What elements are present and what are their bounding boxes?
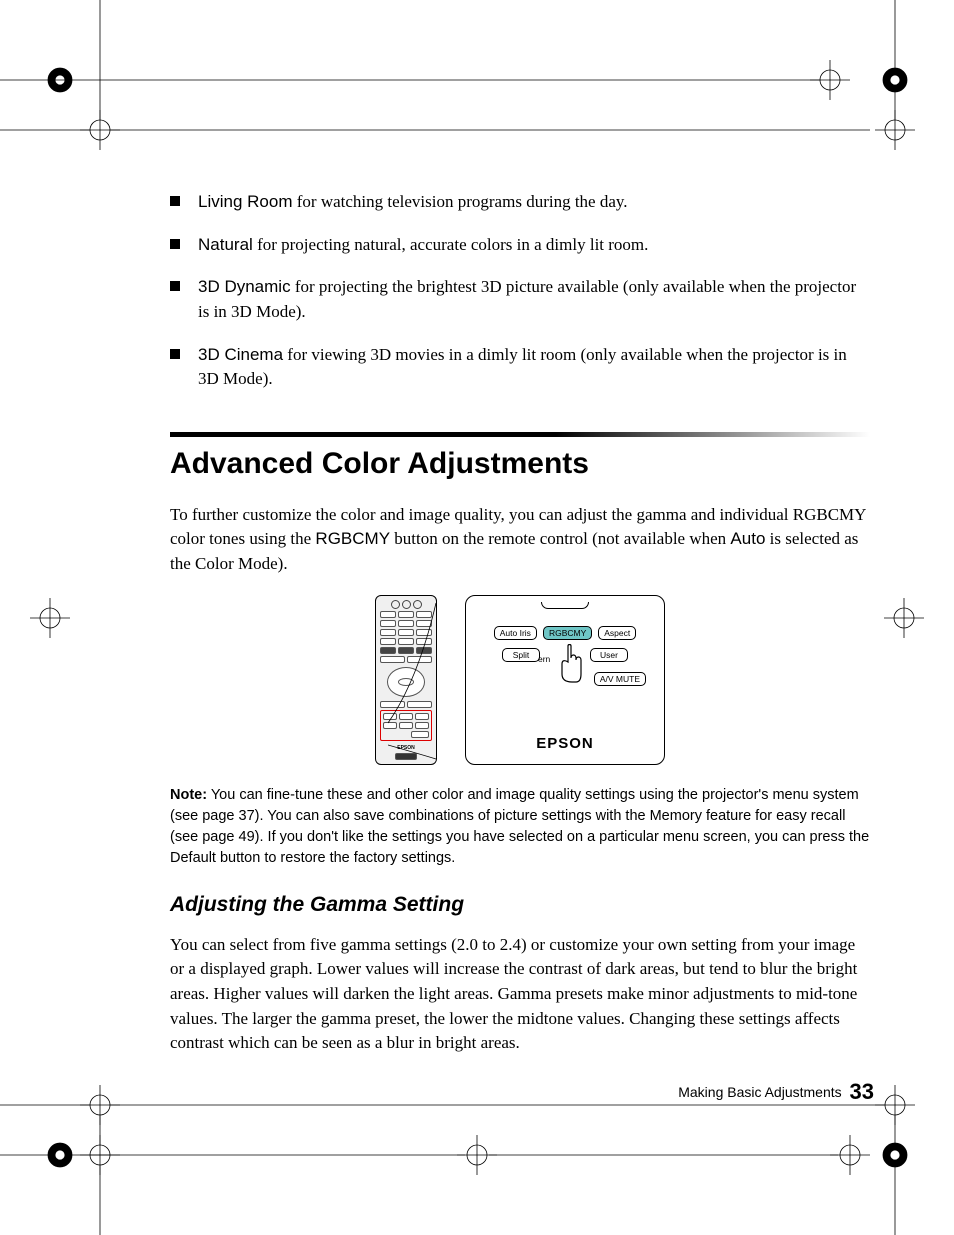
mode-label: Natural [198, 235, 253, 254]
auto-iris-button: Auto Iris [494, 626, 537, 640]
remote-callout: Auto Iris RGBCMY Aspect Split User A/V M… [465, 595, 665, 765]
rgbcmy-label: RGBCMY [315, 529, 390, 548]
page-footer: Making Basic Adjustments 33 [678, 1079, 874, 1105]
remote-figure: EPSON Auto Iris RGBCMY Aspect Split User… [170, 595, 870, 765]
list-item: Living Room for watching television prog… [170, 190, 870, 215]
pointer-hand-icon: ern [554, 644, 584, 674]
list-item: 3D Dynamic for projecting the brightest … [170, 275, 870, 324]
aspect-button: Aspect [598, 626, 636, 640]
section-heading: Advanced Color Adjustments [170, 447, 870, 481]
pattern-button-fragment: ern [538, 654, 550, 664]
brand-label: EPSON [380, 745, 432, 751]
section-divider [170, 432, 870, 437]
note-label: Note: [170, 787, 207, 803]
note-paragraph: Note: You can fine-tune these and other … [170, 785, 870, 869]
highlighted-region [380, 710, 432, 741]
page-number: 33 [850, 1079, 874, 1104]
subsection-body: You can select from five gamma settings … [170, 933, 870, 1056]
mode-desc: for watching television programs during … [293, 192, 628, 211]
section-intro: To further customize the color and image… [170, 503, 870, 577]
color-mode-list: Living Room for watching television prog… [170, 190, 870, 392]
av-mute-button: A/V MUTE [594, 672, 646, 686]
footer-text: Making Basic Adjustments [678, 1084, 841, 1100]
mode-desc: for projecting natural, accurate colors … [253, 235, 649, 254]
mode-label: 3D Cinema [198, 345, 283, 364]
rgbcmy-button: RGBCMY [543, 626, 592, 640]
mode-label: 3D Dynamic [198, 277, 291, 296]
brand-label: EPSON [536, 735, 594, 752]
mode-desc: for viewing 3D movies in a dimly lit roo… [198, 345, 847, 389]
split-button: Split [502, 648, 540, 662]
list-item: 3D Cinema for viewing 3D movies in a dim… [170, 343, 870, 392]
remote-thumbnail: EPSON [375, 595, 437, 765]
subsection-heading: Adjusting the Gamma Setting [170, 893, 870, 917]
mode-label: Living Room [198, 192, 293, 211]
note-text: You can fine-tune these and other color … [170, 787, 869, 866]
auto-label: Auto [730, 529, 765, 548]
text: button on the remote control (not availa… [390, 529, 730, 548]
list-item: Natural for projecting natural, accurate… [170, 233, 870, 258]
user-button: User [590, 648, 628, 662]
mode-desc: for projecting the brightest 3D picture … [198, 277, 856, 321]
